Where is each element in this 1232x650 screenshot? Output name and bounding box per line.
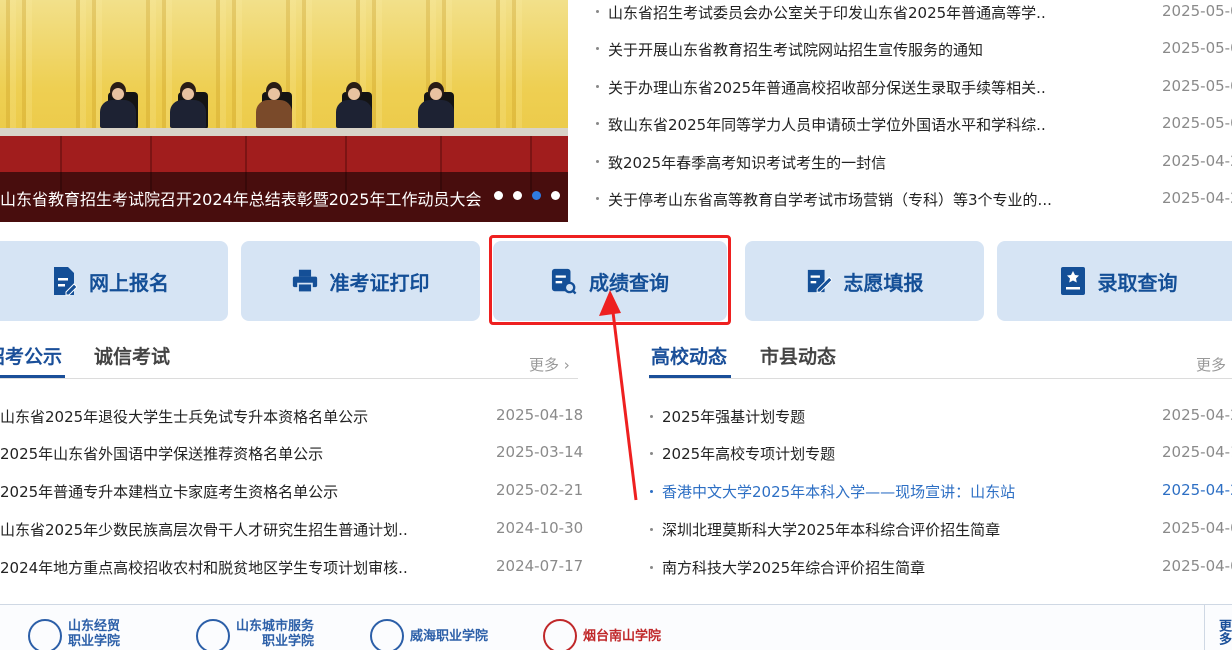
document-edit-icon (54, 267, 77, 296)
news-item[interactable]: 致2025年春季高考知识考试考生的一封信 2025-04-2 (592, 152, 1232, 172)
tab-active-underline (649, 375, 731, 378)
list-item[interactable]: 南方科技大学2025年综合评价招生简章 2025-04-0 (650, 557, 1232, 579)
form-pen-icon (807, 269, 832, 293)
news-item[interactable]: 关于停考山东省高等教育自学考试市场营销（专科）等3个专业的... 2025-04-… (592, 189, 1232, 209)
admission-query-button[interactable]: 录取查询 (997, 241, 1232, 321)
tab-integrity-exam[interactable]: 诚信考试 (94, 342, 170, 369)
person-figure (334, 82, 374, 128)
list-item[interactable]: 2025年普通专升本建档立卡家庭考生资格名单公示 2025-02-21 (0, 481, 583, 503)
annotation-arrow (599, 290, 638, 501)
banner-caption[interactable]: 山东省教育招生考试院召开2024年总结表彰暨2025年工作动员大会 (0, 186, 481, 210)
bullet-icon (596, 10, 599, 13)
bullet-icon (650, 528, 653, 531)
logo-text: 山东城市服务 职业学院 (236, 619, 315, 649)
bullet-icon (650, 490, 653, 493)
bullet-icon (596, 197, 599, 200)
list-item[interactable]: 2025年山东省外国语中学保送推荐资格名单公示 2025-03-14 (0, 443, 583, 465)
news-item[interactable]: 关于办理山东省2025年普通高校招收部分保送生录取手续等相关.. 2025-05-… (592, 77, 1232, 97)
list-item-highlighted[interactable]: 香港中文大学2025年本科入学——现场宣讲：山东站 2025-04-2 (650, 481, 1232, 503)
bullet-icon (596, 47, 599, 50)
news-item[interactable]: 山东省招生考试委员会办公室关于印发山东省2025年普通高等学.. 2025-05-… (592, 2, 1232, 22)
person-figure (416, 82, 456, 128)
partner-logo[interactable]: 山东经贸 职业学院 (28, 619, 120, 650)
news-item[interactable]: 关于开展山东省教育招生考试院网站招生宣传服务的通知 2025-05-0 (592, 39, 1232, 59)
bullet-icon (596, 122, 599, 125)
college-emblem-icon (370, 619, 404, 650)
application-fill-button[interactable]: 志愿填报 (745, 241, 984, 321)
certificate-icon (1060, 267, 1085, 295)
carousel-dot[interactable] (494, 191, 503, 200)
tab-divider (649, 378, 1232, 379)
college-emblem-icon (196, 619, 230, 650)
carousel-dot[interactable] (551, 191, 560, 200)
bullet-icon (650, 566, 653, 569)
logo-text: 山东经贸 职业学院 (68, 619, 121, 649)
more-link[interactable]: 更多 (1196, 354, 1226, 375)
college-emblem-icon (543, 619, 577, 650)
partner-logo[interactable]: 威海职业学院 (370, 619, 488, 650)
more-link-label: 更多 (529, 356, 560, 374)
carousel-dot-active[interactable] (532, 191, 541, 200)
tab-city-county-news[interactable]: 市县动态 (760, 342, 836, 369)
carousel-dot[interactable] (513, 191, 522, 200)
chevron-right-icon: › (563, 356, 570, 374)
list-item[interactable]: 山东省2025年少数民族高层次骨干人才研究生招生普通计划.. 2024-10-30 (0, 519, 583, 541)
bullet-icon (596, 160, 599, 163)
college-emblem-icon (28, 619, 62, 650)
person-figure (168, 82, 208, 128)
banner-carousel[interactable]: 山东省教育招生考试院召开2024年总结表彰暨2025年工作动员大会 (0, 0, 568, 222)
bullet-icon (596, 85, 599, 88)
logo-text: 威海职业学院 (410, 629, 489, 644)
more-partners-button[interactable]: 更多 (1204, 605, 1232, 650)
list-item[interactable]: 2024年地方重点高校招收农村和脱贫地区学生专项计划审核.. 2024-07-17 (0, 557, 583, 579)
list-item[interactable]: 2025年高校专项计划专题 2025-04-1 (650, 443, 1232, 465)
tab-exam-notices[interactable]: 招考公示 (0, 342, 62, 369)
news-item[interactable]: 致山东省2025年同等学力人员申请硕士学位外国语水平和学科综.. 2025-05-… (592, 114, 1232, 134)
bullet-icon (650, 452, 653, 455)
online-registration-button[interactable]: 网上报名 (0, 241, 228, 321)
list-item[interactable]: 深圳北理莫斯科大学2025年本科综合评价招生简章 2025-04-0 (650, 519, 1232, 541)
person-figure (254, 82, 294, 128)
partner-logo[interactable]: 烟台南山学院 (543, 619, 661, 650)
partner-logo[interactable]: 山东城市服务 职业学院 (196, 619, 314, 650)
list-item[interactable]: 2025年强基计划专题 2025-04-2 (650, 406, 1232, 428)
person-figure (98, 82, 138, 128)
tab-active-underline (0, 375, 65, 378)
list-item[interactable]: 山东省2025年退役大学生士兵免试专升本资格名单公示 2025-04-18 (0, 406, 583, 428)
bullet-icon (650, 415, 653, 418)
tab-college-news[interactable]: 高校动态 (651, 342, 727, 369)
carousel-dots (494, 191, 560, 200)
logo-text: 烟台南山学院 (583, 629, 662, 644)
more-link[interactable]: 更多 › (529, 354, 570, 375)
banner-caption-bar: 山东省教育招生考试院召开2024年总结表彰暨2025年工作动员大会 (0, 172, 568, 222)
tab-divider (0, 378, 578, 379)
partner-logos-bar: 山东经贸 职业学院 山东城市服务 职业学院 威海职业学院 烟台南山学院 更多 (0, 604, 1232, 650)
admission-ticket-print-button[interactable]: 准考证打印 (241, 241, 480, 321)
printer-icon (292, 269, 317, 294)
